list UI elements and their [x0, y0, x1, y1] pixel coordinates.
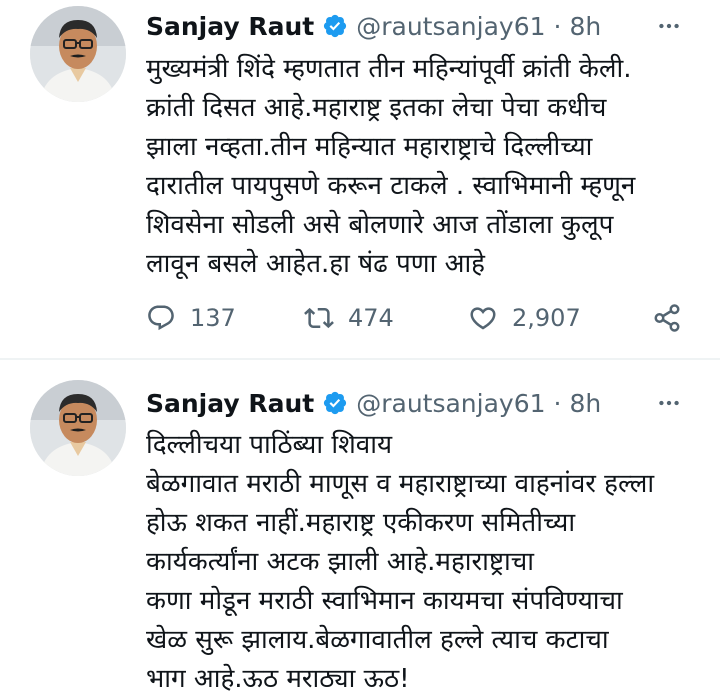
more-options-icon[interactable] [652, 9, 686, 43]
verified-badge-icon [322, 390, 348, 416]
avatar[interactable] [30, 6, 126, 102]
tweet-text: मुख्यमंत्री शिंदे म्हणतात तीन महिन्यांपू… [146, 54, 636, 279]
like-button[interactable]: 2,907 [468, 298, 581, 338]
timestamp[interactable]: 8h [569, 389, 601, 418]
share-button[interactable] [652, 298, 696, 338]
tweet-actions: 137 474 2,907 [146, 298, 696, 338]
like-count: 2,907 [512, 304, 581, 332]
avatar[interactable] [30, 380, 126, 476]
header-separator: · [553, 388, 562, 418]
header-separator: · [553, 11, 562, 41]
tweet-1[interactable]: Sanjay Raut @rautsanjay61 · 8h मुख्यमंत्… [0, 0, 720, 360]
tweet-2[interactable]: Sanjay Raut @rautsanjay61 · 8h दिल्लीचया… [0, 360, 720, 699]
tweet-header: Sanjay Raut @rautsanjay61 · 8h [146, 383, 601, 423]
timestamp[interactable]: 8h [569, 12, 601, 41]
retweet-icon [304, 307, 334, 329]
author-name[interactable]: Sanjay Raut [146, 389, 314, 418]
share-icon [654, 304, 680, 332]
verified-badge-icon [322, 13, 348, 39]
retweet-count: 474 [348, 304, 394, 332]
reply-icon [148, 305, 174, 331]
author-name[interactable]: Sanjay Raut [146, 12, 314, 41]
heart-icon [470, 307, 496, 330]
author-handle[interactable]: @rautsanjay61 [356, 12, 545, 41]
reply-button[interactable]: 137 [146, 298, 236, 338]
retweet-button[interactable]: 474 [304, 298, 394, 338]
more-options-icon[interactable] [652, 386, 686, 420]
author-handle[interactable]: @rautsanjay61 [356, 389, 545, 418]
tweet-header: Sanjay Raut @rautsanjay61 · 8h [146, 6, 601, 46]
tweet-text: दिल्लीचया पाठिंब्या शिवाय बेळगावात मराठी… [146, 430, 655, 694]
reply-count: 137 [190, 304, 236, 332]
